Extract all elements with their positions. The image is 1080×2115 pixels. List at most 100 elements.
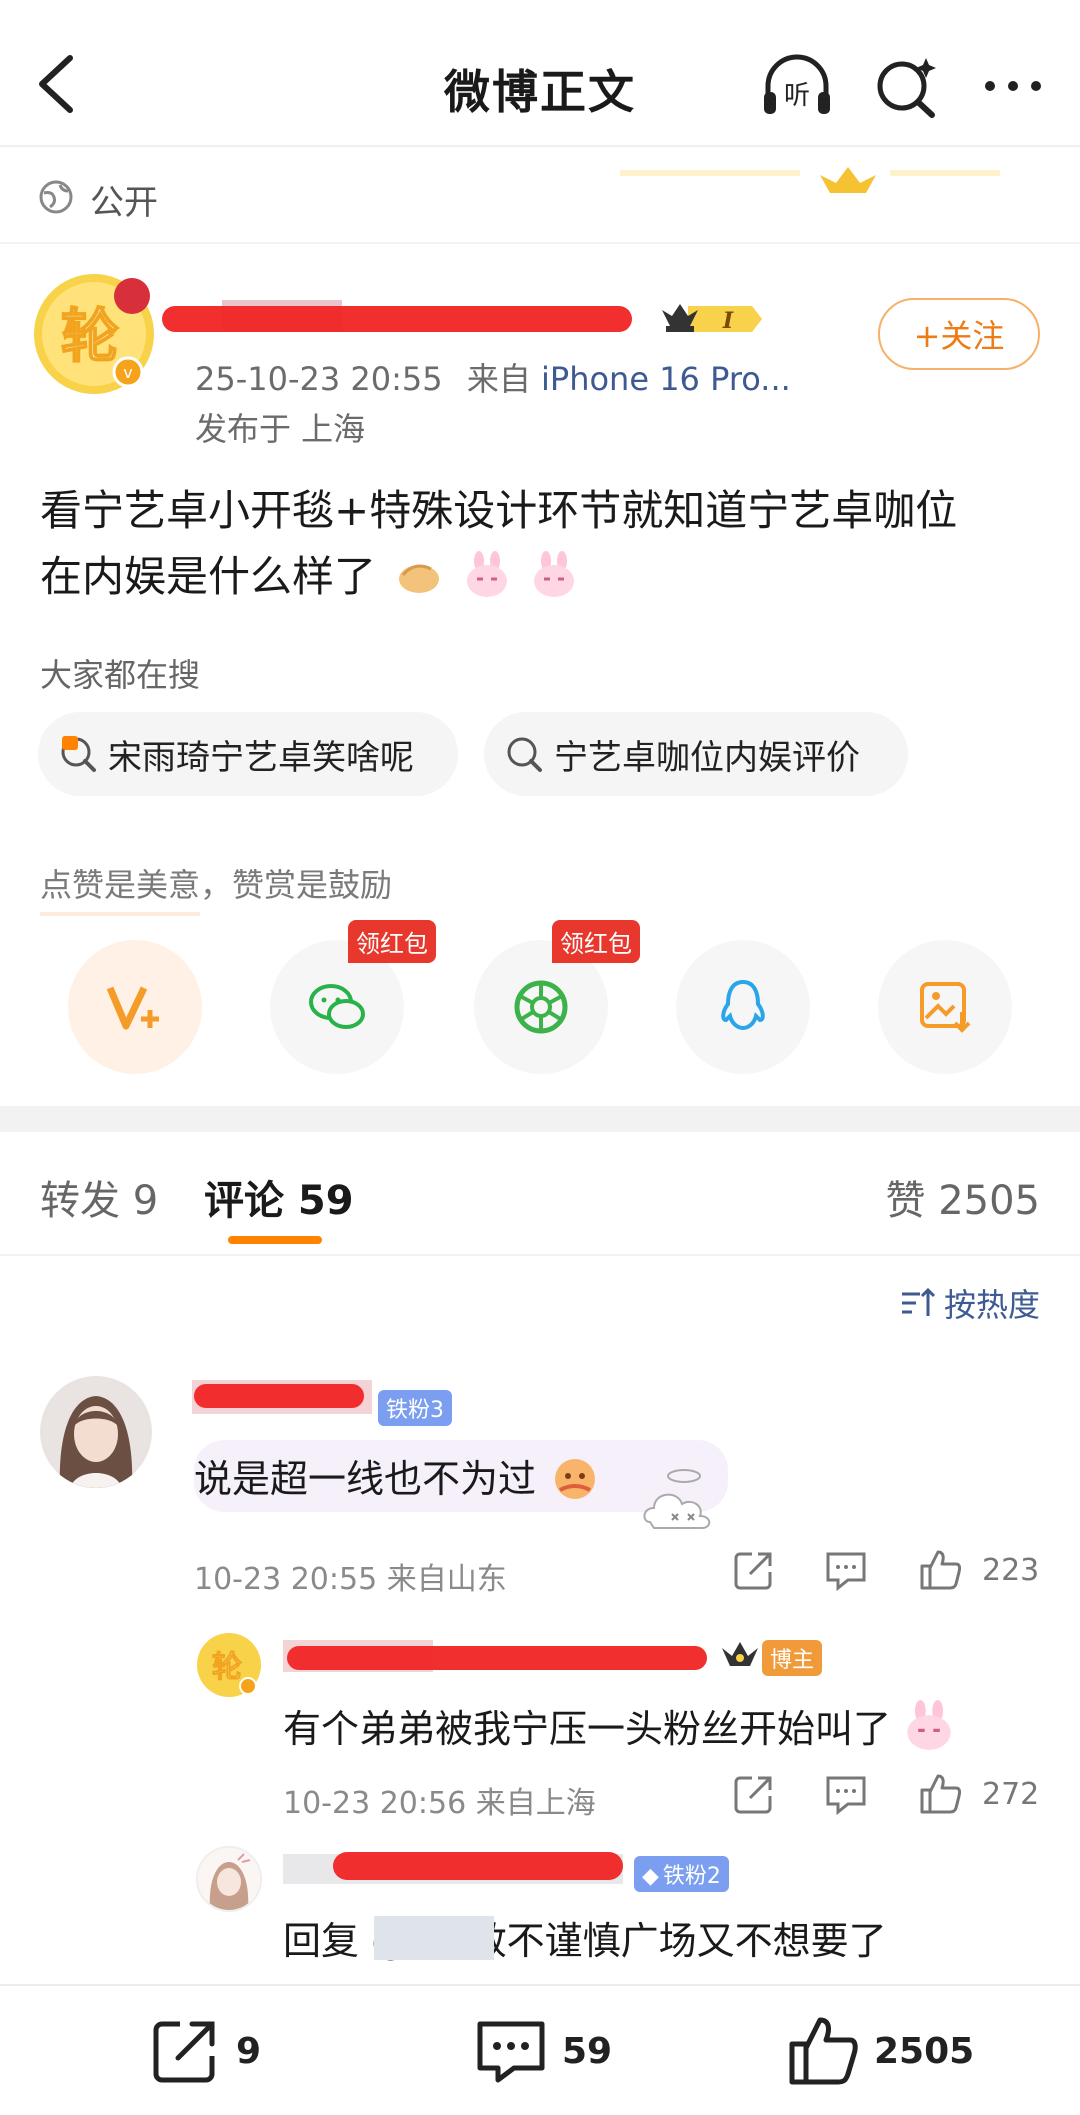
top-nav: 微博正文 听 bbox=[0, 0, 1080, 168]
repost-count: 9 bbox=[236, 2030, 262, 2072]
sort-toggle[interactable]: 按热度 bbox=[898, 1280, 1040, 1326]
comment-text-content: 说是超一线也不为过 bbox=[194, 1457, 537, 1501]
search-icon bbox=[507, 737, 542, 772]
active-tab-indicator bbox=[228, 1236, 322, 1244]
post-source-link[interactable]: iPhone 16 Pro... bbox=[541, 360, 791, 398]
share-qq-button[interactable] bbox=[676, 940, 810, 1074]
thumbs-up-icon bbox=[789, 2017, 858, 2085]
repost-button[interactable]: 9 bbox=[148, 2014, 261, 2088]
globe-icon bbox=[39, 180, 73, 214]
sort-icon bbox=[901, 1287, 936, 1316]
bunny-emoji-icon bbox=[534, 551, 575, 597]
reply-share-button[interactable] bbox=[732, 1772, 776, 1816]
visibility-row: 公开 bbox=[0, 145, 1080, 245]
crown-decoration-icon bbox=[620, 167, 1000, 193]
save-image-icon bbox=[920, 982, 971, 1033]
tip-pointer bbox=[40, 912, 200, 916]
like-count: 2505 bbox=[874, 2030, 975, 2072]
svg-text:I: I bbox=[722, 308, 734, 334]
follow-button[interactable]: +关注 bbox=[878, 298, 1040, 370]
sticker-decoration-icon bbox=[643, 1469, 711, 1529]
replier-name-redacted[interactable] bbox=[283, 1640, 713, 1674]
trending-search-label: 大家都在搜 bbox=[40, 656, 201, 694]
redpack-badge: 领红包 bbox=[552, 920, 640, 963]
replier-avatar-image bbox=[198, 1848, 260, 1910]
author-name-redacted[interactable] bbox=[162, 300, 642, 336]
source-prefix: 来自 bbox=[466, 360, 531, 398]
sort-label: 按热度 bbox=[943, 1286, 1040, 1324]
trending-search-chip[interactable]: 宁艺卓咖位内娱评价 bbox=[484, 712, 908, 796]
fan-level-badge: ◆ 铁粉2 bbox=[634, 1856, 729, 1892]
fan-level-label: 铁粉2 bbox=[662, 1864, 721, 1889]
share-icon bbox=[734, 1776, 772, 1814]
svg-text:v: v bbox=[123, 363, 132, 382]
svg-text:听: 听 bbox=[784, 81, 810, 111]
bunny-emoji-icon bbox=[907, 1700, 951, 1750]
reply-meta: 10-23 20:56 来自上海 bbox=[283, 1786, 596, 1821]
listen-icon[interactable]: 听 bbox=[760, 52, 834, 120]
save-image-button[interactable] bbox=[878, 940, 1012, 1074]
reward-button[interactable] bbox=[68, 940, 202, 1074]
comment-reply-button[interactable] bbox=[824, 1548, 868, 1592]
chip-label: 宁艺卓咖位内娱评价 bbox=[554, 737, 860, 778]
post-location: 发布于 上海 bbox=[195, 410, 366, 448]
moments-icon bbox=[514, 980, 568, 1034]
chip-label: 宋雨琦宁艺卓笑啥呢 bbox=[108, 737, 414, 778]
comment-icon bbox=[477, 2021, 545, 2083]
wechat-icon bbox=[309, 984, 365, 1029]
replier-avatar[interactable]: 轮 bbox=[196, 1632, 262, 1698]
like-count: 223 bbox=[982, 1552, 1040, 1588]
comment-meta: 10-23 20:55 来自山东 bbox=[194, 1562, 507, 1597]
reward-v-plus-icon bbox=[106, 986, 159, 1030]
reply-like-button[interactable]: 272 bbox=[918, 1772, 1039, 1816]
divider bbox=[0, 242, 1080, 244]
like-count: 272 bbox=[982, 1776, 1040, 1812]
comment-like-button[interactable]: 223 bbox=[918, 1548, 1039, 1592]
reply-text: 有个弟弟被我宁压一头粉丝开始叫了 bbox=[283, 1698, 955, 1753]
commenter-avatar[interactable] bbox=[40, 1376, 152, 1488]
repost-icon bbox=[153, 2021, 215, 2083]
tab-comment[interactable]: 评论 59 bbox=[204, 1168, 354, 1226]
fan-level-badge: 铁粉3 bbox=[378, 1390, 452, 1426]
comment-button[interactable]: 59 bbox=[474, 2014, 612, 2088]
commenter-name-redacted[interactable] bbox=[192, 1380, 382, 1416]
search-icon[interactable] bbox=[870, 52, 944, 120]
section-divider bbox=[0, 1106, 1080, 1132]
trending-search-chip[interactable]: 宋雨琦宁艺卓笑啥呢 bbox=[38, 712, 458, 796]
comment-count: 59 bbox=[562, 2030, 613, 2072]
comment-icon bbox=[826, 1552, 866, 1592]
thumbs-up-icon bbox=[920, 1774, 962, 1814]
thumbs-up-icon bbox=[920, 1550, 962, 1590]
share-wechat-button[interactable]: 领红包 bbox=[270, 920, 436, 1074]
post-timestamp: 25-10-23 20:55 bbox=[195, 360, 443, 398]
commenter-avatar-image bbox=[40, 1376, 152, 1488]
tab-repost[interactable]: 转发 9 bbox=[40, 1168, 158, 1226]
visibility-label: 公开 bbox=[90, 183, 158, 223]
reply-text-content: 有个弟弟被我宁压一头粉丝开始叫了 bbox=[283, 1707, 892, 1751]
redpack-badge: 领红包 bbox=[348, 920, 436, 963]
post-text: 看宁艺卓小开毯+特殊设计环节就知道宁艺卓咖位 在内娱是什么样了 bbox=[40, 478, 1050, 610]
comment-icon bbox=[826, 1776, 866, 1816]
member-level-badge: I bbox=[662, 304, 762, 334]
author-badge: 博主 bbox=[762, 1640, 823, 1676]
share-icon bbox=[734, 1552, 772, 1590]
post-meta: 25-10-23 20:55 来自 iPhone 16 Pro... bbox=[195, 354, 791, 400]
qq-icon bbox=[721, 979, 765, 1031]
hand-emoji-icon bbox=[399, 564, 440, 593]
tab-like[interactable]: 赞 2505 bbox=[885, 1168, 1040, 1226]
svg-text:轮: 轮 bbox=[212, 1650, 242, 1685]
like-button[interactable]: 2505 bbox=[786, 2014, 974, 2088]
share-moments-button[interactable]: 领红包 bbox=[474, 920, 640, 1074]
hot-search-icon bbox=[61, 736, 96, 772]
comment-share-button[interactable] bbox=[732, 1548, 776, 1592]
reply-comment-button[interactable] bbox=[824, 1772, 868, 1816]
author-avatar[interactable]: 轮 v bbox=[32, 272, 156, 396]
svg-text:轮: 轮 bbox=[61, 302, 119, 370]
bottom-action-bar: 9 59 2505 bbox=[0, 1984, 1080, 2115]
post-text-line2: 在内娱是什么样了 bbox=[40, 552, 377, 601]
replier-avatar[interactable] bbox=[196, 1846, 262, 1912]
post-text-line1: 看宁艺卓小开毯+特殊设计环节就知道宁艺卓咖位 bbox=[40, 486, 958, 535]
replier-name-redacted[interactable] bbox=[283, 1850, 633, 1886]
bunny-emoji-icon bbox=[466, 551, 507, 597]
more-options-icon[interactable] bbox=[976, 52, 1050, 120]
